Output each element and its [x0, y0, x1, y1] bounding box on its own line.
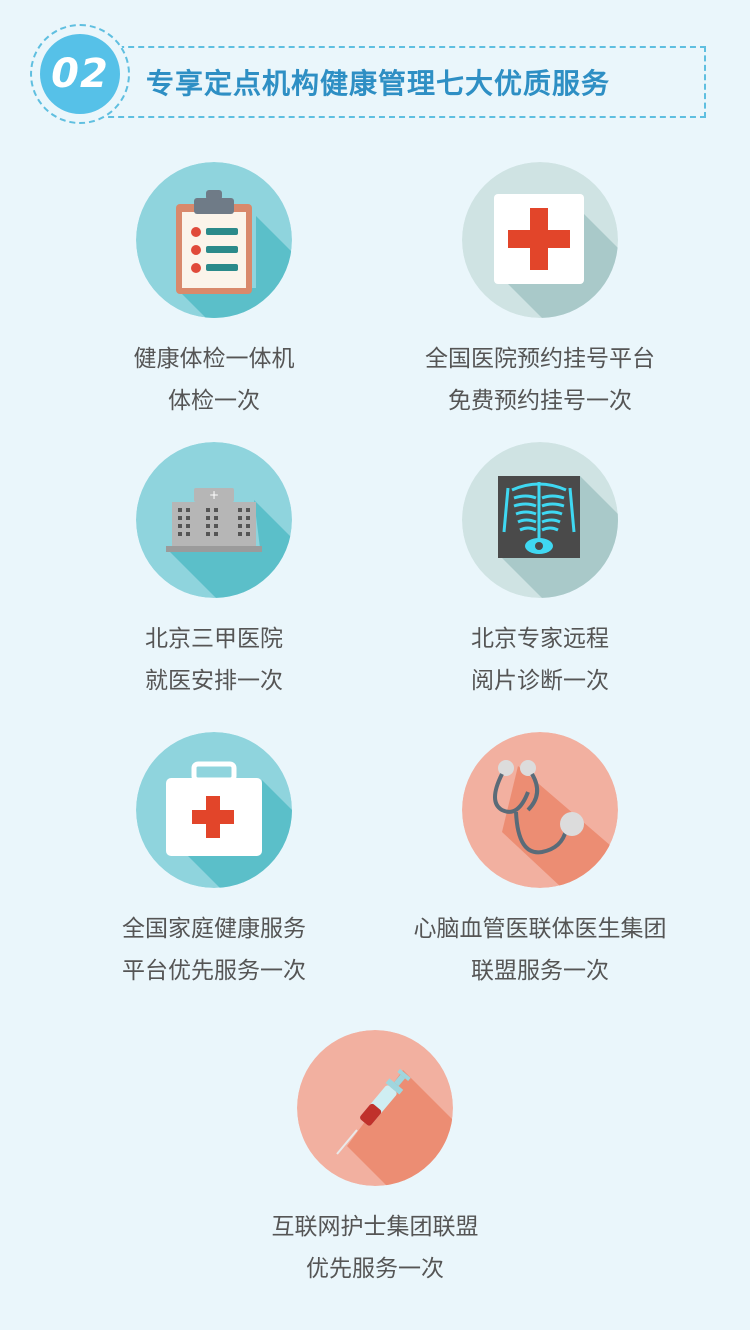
- stethoscope-icon: [462, 732, 618, 888]
- xray-icon: [462, 442, 618, 598]
- page-title: 专享定点机构健康管理七大优质服务: [146, 67, 611, 100]
- service-card-xray: 北京专家远程 阅片诊断一次: [390, 442, 690, 702]
- service-detail: 免费预约挂号一次: [448, 388, 632, 414]
- service-card-registration: 全国医院预约挂号平台 免费预约挂号一次: [390, 162, 690, 422]
- red-cross-icon: [462, 162, 618, 318]
- service-detail: 体检一次: [168, 388, 260, 414]
- service-detail: 优先服务一次: [306, 1256, 444, 1282]
- service-detail: 阅片诊断一次: [471, 668, 609, 694]
- syringe-icon: [297, 1030, 453, 1186]
- service-detail: 就医安排一次: [145, 668, 283, 694]
- service-detail: 平台优先服务一次: [122, 958, 306, 984]
- service-card-nurse: 互联网护士集团联盟 优先服务一次: [225, 1030, 525, 1290]
- first-aid-kit-icon: [136, 732, 292, 888]
- svg-text:+: +: [209, 488, 219, 502]
- service-title: 全国家庭健康服务: [122, 916, 306, 942]
- service-card-family-health: 全国家庭健康服务 平台优先服务一次: [64, 732, 364, 992]
- service-card-cardio: 心脑血管医联体医生集团 联盟服务一次: [390, 732, 690, 992]
- service-card-hospital: + 北京三甲医院 就医安排一次: [64, 442, 364, 702]
- section-number-badge: 02: [30, 24, 130, 124]
- clipboard-icon: [136, 162, 292, 318]
- service-title: 健康体检一体机: [133, 346, 295, 372]
- section-number: 02: [51, 51, 109, 97]
- service-title: 心脑血管医联体医生集团: [413, 916, 667, 942]
- service-title: 北京专家远程: [471, 626, 609, 652]
- hospital-building-icon: +: [136, 442, 292, 598]
- service-detail: 联盟服务一次: [471, 958, 609, 984]
- service-title: 全国医院预约挂号平台: [425, 346, 655, 372]
- section-header: 02 专享定点机构健康管理七大优质服务: [0, 0, 750, 140]
- service-title: 北京三甲医院: [145, 626, 283, 652]
- service-title: 互联网护士集团联盟: [271, 1214, 479, 1240]
- service-card-checkup: 健康体检一体机 体检一次: [64, 162, 364, 422]
